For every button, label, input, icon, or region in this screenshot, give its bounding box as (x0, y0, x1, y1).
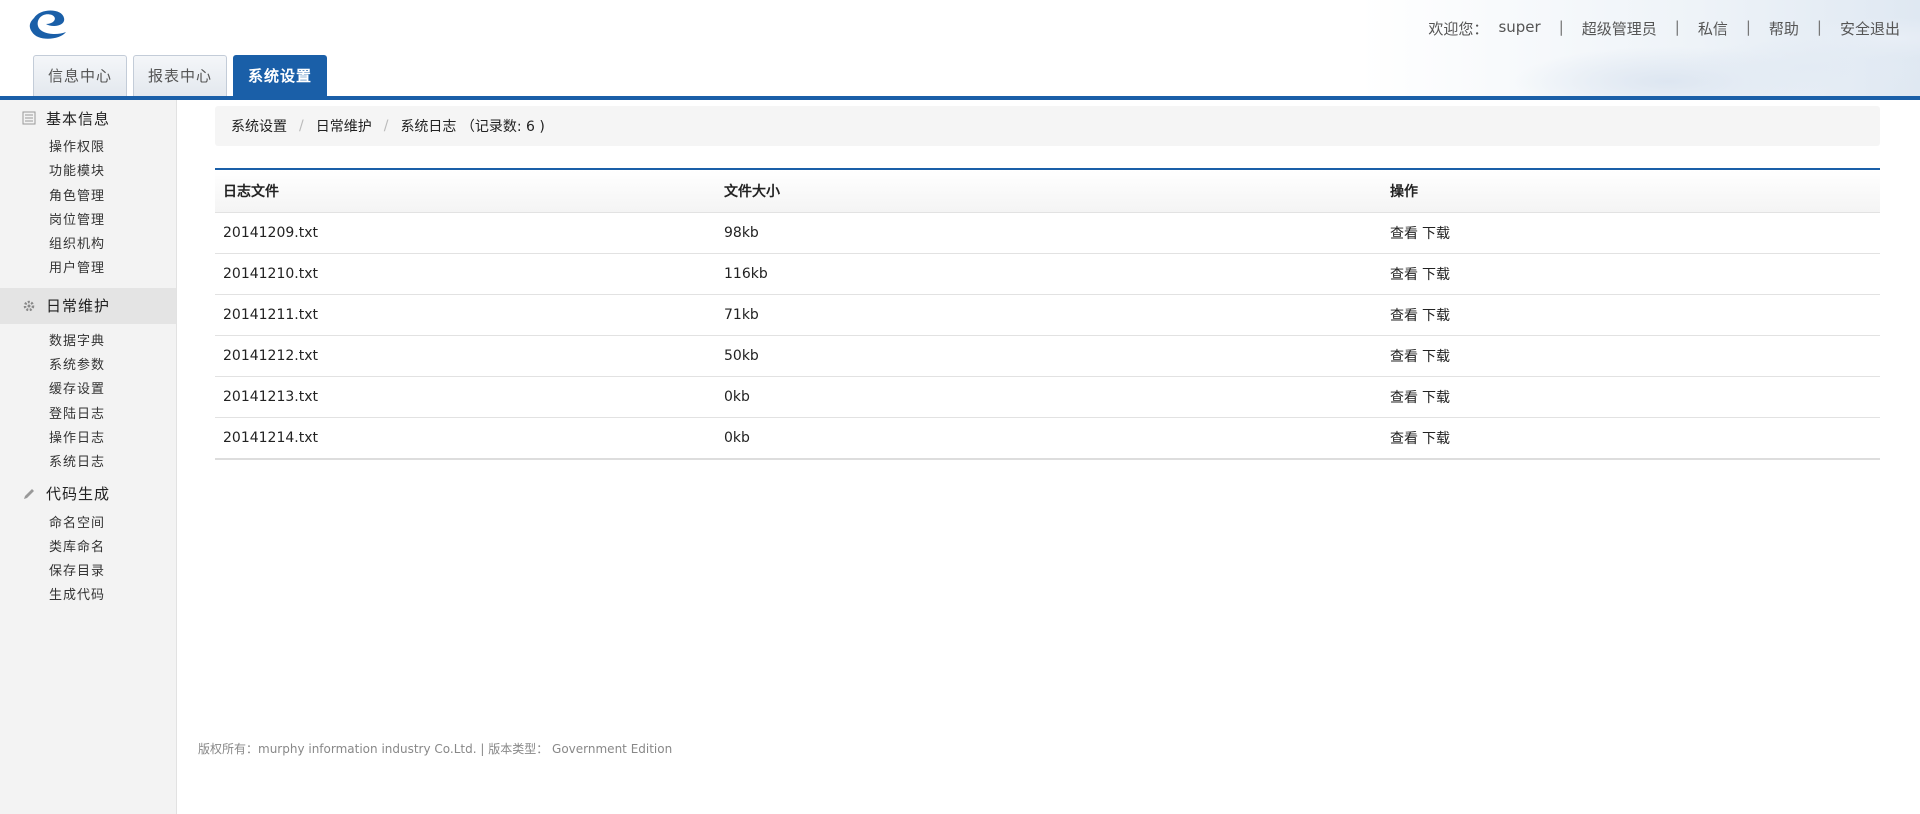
header: 欢迎您： super | 超级管理员 | 私信 | 帮助 | 安全退出 信息中心… (0, 0, 1920, 100)
sidebar-item-post-management[interactable]: 岗位管理 (0, 209, 176, 233)
sidebar-group-label: 代码生成 (46, 485, 111, 504)
welcome-label: 欢迎您： (1428, 20, 1489, 38)
row-actions: 查看 下载 (1382, 305, 1880, 325)
view-link[interactable]: 查看 (1390, 308, 1418, 324)
sidebar-item-system-log[interactable]: 系统日志 (0, 451, 176, 475)
download-link[interactable]: 下载 (1422, 349, 1450, 365)
sidebar-group-code-generation[interactable]: 代码生成 (0, 476, 176, 512)
log-file-size: 98kb (724, 225, 759, 241)
view-link[interactable]: 查看 (1390, 226, 1418, 242)
nav-separator: | (1745, 18, 1751, 36)
log-file-name: 20141213.txt (223, 389, 318, 405)
sidebar-item-data-dictionary[interactable]: 数据字典 (0, 330, 176, 354)
breadcrumb-item[interactable]: 日常维护 (316, 116, 372, 136)
tab-system-settings[interactable]: 系统设置 (233, 55, 328, 96)
log-file-name: 20141210.txt (223, 266, 318, 282)
sidebar-group-daily-maintenance[interactable]: 日常维护 (0, 287, 176, 324)
breadcrumb-divider: / (383, 118, 389, 134)
log-file-name: 20141209.txt (223, 225, 318, 241)
sidebar-item-function-module[interactable]: 功能模块 (0, 160, 176, 184)
log-file-name: 20141214.txt (223, 430, 318, 446)
sidebar-item-operation-permission[interactable]: 操作权限 (0, 136, 176, 160)
help-link[interactable]: 帮助 (1761, 18, 1807, 39)
download-link[interactable]: 下载 (1422, 226, 1450, 242)
nav-separator: | (1674, 18, 1680, 36)
view-link[interactable]: 查看 (1390, 390, 1418, 406)
row-actions: 查看 下载 (1382, 387, 1880, 407)
row-actions: 查看 下载 (1382, 223, 1880, 243)
sidebar-item-save-directory[interactable]: 保存目录 (0, 560, 176, 584)
table-row: 20141209.txt 98kb 查看 下载 (215, 212, 1880, 253)
sidebar-item-namespace[interactable]: 命名空间 (0, 512, 176, 536)
download-link[interactable]: 下载 (1422, 390, 1450, 406)
log-file-size: 50kb (724, 348, 759, 364)
table-row: 20141214.txt 0kb 查看 下载 (215, 417, 1880, 458)
sidebar-item-cache-settings[interactable]: 缓存设置 (0, 378, 176, 402)
view-link[interactable]: 查看 (1390, 267, 1418, 283)
sidebar-item-library-naming[interactable]: 类库命名 (0, 536, 176, 560)
username: super (1498, 18, 1541, 36)
breadcrumb-item[interactable]: 系统设置 (231, 116, 287, 136)
cloud-swirl-logo-icon (29, 10, 66, 39)
sidebar-item-organization[interactable]: 组织机构 (0, 233, 176, 257)
role-link[interactable]: 超级管理员 (1574, 18, 1665, 39)
main-tabs: 信息中心 报表中心 系统设置 (33, 55, 328, 96)
sidebar-group-label: 日常维护 (46, 297, 111, 316)
breadcrumb-divider: / (299, 118, 304, 134)
breadcrumb: 系统设置 / 日常维护 / 系统日志 （记录数: 6 ) (215, 106, 1880, 146)
column-header-actions: 操作 (1390, 184, 1418, 200)
table-row: 20141213.txt 0kb 查看 下载 (215, 376, 1880, 417)
sidebar-item-operation-log[interactable]: 操作日志 (0, 427, 176, 451)
sidebar-item-role-management[interactable]: 角色管理 (0, 185, 176, 209)
top-nav: 欢迎您： super | 超级管理员 | 私信 | 帮助 | 安全退出 (1420, 18, 1908, 39)
view-link[interactable]: 查看 (1390, 431, 1418, 447)
log-file-size: 71kb (724, 307, 759, 323)
breadcrumb-current: 系统日志 （记录数: 6 ) (400, 119, 545, 135)
sidebar-item-login-log[interactable]: 登陆日志 (0, 403, 176, 427)
log-file-size: 116kb (724, 266, 768, 282)
table-row: 20141210.txt 116kb 查看 下载 (215, 253, 1880, 294)
column-header-file-size: 文件大小 (724, 184, 780, 200)
nav-separator: | (1558, 18, 1564, 36)
header-cloud-background (1360, 0, 1920, 96)
table-header-row: 日志文件 文件大小 操作 (215, 170, 1880, 212)
logout-link[interactable]: 安全退出 (1832, 18, 1908, 39)
log-file-table: 日志文件 文件大小 操作 20141209.txt 98kb 查看 下载 2014… (215, 168, 1880, 460)
sidebar-group-basic-info[interactable]: 基本信息 (0, 100, 176, 136)
table-row: 20141212.txt 50kb 查看 下载 (215, 335, 1880, 376)
log-file-size: 0kb (724, 430, 750, 446)
sidebar-item-generate-code[interactable]: 生成代码 (0, 584, 176, 608)
list-icon (22, 111, 36, 125)
row-actions: 查看 下载 (1382, 346, 1880, 366)
log-file-name: 20141212.txt (223, 348, 318, 364)
view-link[interactable]: 查看 (1390, 349, 1418, 365)
footer-copyright: 版权所有：murphy information industry Co.Ltd.… (198, 742, 673, 756)
sidebar: 基本信息 操作权限 功能模块 角色管理 岗位管理 组织机构 用户管理 日常维护 … (0, 100, 177, 814)
log-file-size: 0kb (724, 389, 750, 405)
tab-info-center[interactable]: 信息中心 (33, 55, 128, 96)
download-link[interactable]: 下载 (1422, 308, 1450, 324)
row-actions: 查看 下载 (1382, 428, 1880, 448)
table-row: 20141211.txt 71kb 查看 下载 (215, 294, 1880, 335)
download-link[interactable]: 下载 (1422, 431, 1450, 447)
gear-icon (22, 299, 36, 313)
column-header-log-file: 日志文件 (223, 184, 279, 200)
log-file-name: 20141211.txt (223, 307, 318, 323)
sidebar-item-system-params[interactable]: 系统参数 (0, 354, 176, 378)
pencil-icon (22, 487, 36, 501)
messages-link[interactable]: 私信 (1690, 18, 1736, 39)
tab-report-center[interactable]: 报表中心 (133, 55, 228, 96)
sidebar-group-label: 基本信息 (46, 109, 111, 128)
sidebar-item-user-management[interactable]: 用户管理 (0, 257, 176, 281)
download-link[interactable]: 下载 (1422, 267, 1450, 283)
row-actions: 查看 下载 (1382, 264, 1880, 284)
nav-separator: | (1816, 18, 1822, 36)
